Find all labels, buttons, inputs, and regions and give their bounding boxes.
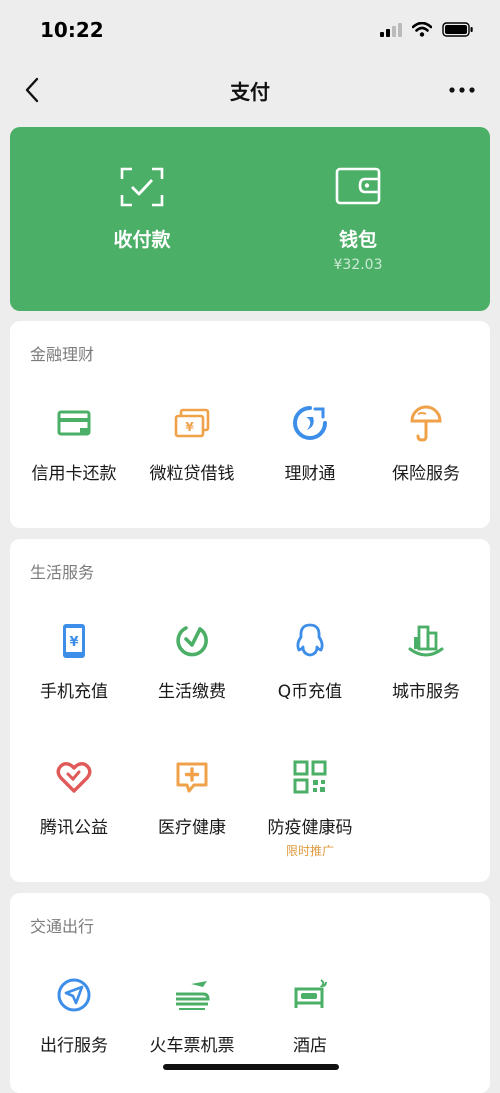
- hotel-bed-icon: [294, 979, 327, 1008]
- qq-penguin-icon: [296, 623, 324, 657]
- nav-bar: 支付: [0, 62, 500, 118]
- promo-badge: 限时推广: [285, 844, 334, 858]
- licaitong-item[interactable]: 理财通: [250, 403, 370, 484]
- weilidai-loan-item[interactable]: ¥ 微粒贷借钱: [132, 403, 252, 484]
- receive-pay-label: 收付款: [113, 229, 171, 251]
- section-transport: 交通出行 出行服务 火车票机票 酒店: [10, 893, 490, 1093]
- section-title: 生活服务: [30, 563, 95, 582]
- medical-health-item[interactable]: 医疗健康: [132, 757, 252, 838]
- status-bar: 10:22: [0, 0, 500, 62]
- credit-card-icon: [57, 410, 91, 436]
- receive-pay-button[interactable]: 收付款: [22, 127, 262, 311]
- umbrella-shield-icon: [410, 405, 442, 442]
- status-icons: [380, 22, 474, 37]
- wifi-icon: [412, 22, 432, 37]
- hotel-item[interactable]: 酒店: [250, 975, 370, 1056]
- train-flight-tickets-item[interactable]: 火车票机票: [132, 975, 252, 1056]
- section-title: 交通出行: [30, 917, 95, 936]
- credit-card-repay-item[interactable]: 信用卡还款: [14, 403, 134, 484]
- pay-header-card: 收付款 钱包 ¥32.03: [10, 127, 490, 311]
- heart-icon: [56, 762, 92, 793]
- wallet-button[interactable]: 钱包 ¥32.03: [238, 127, 478, 311]
- more-button[interactable]: [442, 74, 482, 106]
- city-buildings-icon: [408, 625, 444, 657]
- wallet-icon: [335, 167, 381, 205]
- tencent-charity-item[interactable]: 腾讯公益: [14, 757, 134, 838]
- check-circle-icon: [176, 626, 208, 657]
- yuan-bill-icon: ¥: [174, 408, 210, 438]
- navigation-arrow-icon: [57, 978, 91, 1012]
- travel-services-item[interactable]: 出行服务: [14, 975, 134, 1056]
- section-title: 金融理财: [30, 345, 95, 364]
- status-time: 10:22: [40, 18, 104, 42]
- more-dots-icon: [449, 87, 475, 93]
- section-life-services: 生活服务 ¥ 手机充值 生活缴费 Q币充值 城市服务 腾讯公益 医疗健康 防疫健…: [10, 539, 490, 882]
- utility-payment-item[interactable]: 生活缴费: [132, 621, 252, 702]
- medical-cross-icon: [176, 762, 208, 793]
- home-indicator[interactable]: [163, 1064, 339, 1070]
- mobile-yuan-icon: ¥: [63, 624, 85, 658]
- signal-icon: [380, 22, 402, 37]
- qcoin-recharge-item[interactable]: Q币充值: [250, 621, 370, 702]
- svg-text:¥: ¥: [69, 635, 78, 650]
- city-services-item[interactable]: 城市服务: [366, 621, 486, 702]
- licaitong-icon: [293, 406, 327, 440]
- battery-icon: [442, 22, 473, 37]
- svg-text:¥: ¥: [185, 420, 194, 434]
- wallet-balance: ¥32.03: [333, 257, 383, 273]
- insurance-item[interactable]: 保险服务: [366, 403, 486, 484]
- section-finance: 金融理财 信用卡还款 ¥ 微粒贷借钱 理财通 保险服务: [10, 321, 490, 528]
- health-code-item[interactable]: 防疫健康码 限时推广: [250, 757, 370, 859]
- wallet-label: 钱包: [338, 229, 377, 251]
- page-title: 支付: [230, 80, 270, 104]
- train-plane-icon: [176, 981, 210, 1010]
- qr-code-icon: [293, 760, 327, 794]
- mobile-recharge-item[interactable]: ¥ 手机充值: [14, 621, 134, 702]
- scan-check-icon: [120, 167, 164, 207]
